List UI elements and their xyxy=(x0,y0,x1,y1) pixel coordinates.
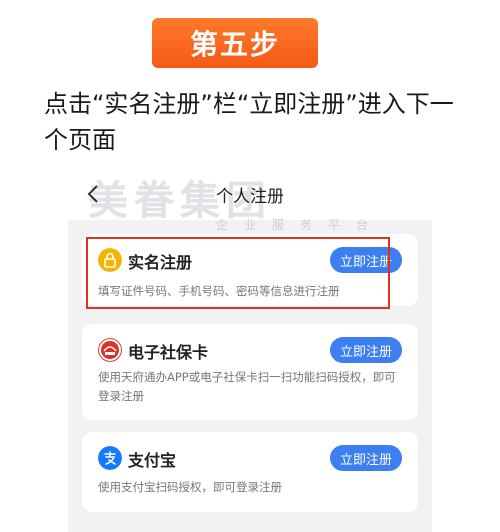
instruction-text: 点击“实名注册”栏“立即注册”进入下一个页面 xyxy=(44,90,454,154)
card-title: 实名注册 xyxy=(128,253,193,272)
watermark-subtitle: 企业服务平台 xyxy=(216,218,385,232)
register-now-button[interactable]: 立即注册 xyxy=(330,337,402,363)
card-title: 电子社保卡 xyxy=(128,343,209,362)
alipay-icon xyxy=(98,446,122,470)
card-alipay[interactable]: 支付宝 立即注册 使用支付宝扫码授权，即可登录注册 xyxy=(82,432,418,512)
card-electronic-social-security[interactable]: 电子社保卡 立即注册 使用天府通办APP或电子社保卡扫一扫功能扫码授权，即可登录… xyxy=(82,324,418,420)
register-now-button[interactable]: 立即注册 xyxy=(330,445,402,471)
phone-screenshot: 美眷集团 企业服务平台 个人注册 实名注册 立即注册 填写证件号码、手机号码、密… xyxy=(68,168,432,532)
card-description: 使用天府通办APP或电子社保卡扫一扫功能扫码授权，即可登录注册 xyxy=(98,370,396,403)
social-security-card-icon xyxy=(98,338,122,362)
step-badge: 第五步 xyxy=(152,18,318,68)
register-now-button[interactable]: 立即注册 xyxy=(330,247,402,273)
card-real-name-registration[interactable]: 实名注册 立即注册 填写证件号码、手机号码、密码等信息进行注册 xyxy=(82,234,418,306)
page-title: 个人注册 xyxy=(216,187,284,207)
lock-icon xyxy=(98,248,122,272)
phone-header: 美眷集团 企业服务平台 个人注册 xyxy=(68,168,432,232)
card-description: 填写证件号码、手机号码、密码等信息进行注册 xyxy=(98,284,340,298)
card-title: 支付宝 xyxy=(128,451,177,470)
card-description: 使用支付宝扫码授权，即可登录注册 xyxy=(98,480,282,494)
